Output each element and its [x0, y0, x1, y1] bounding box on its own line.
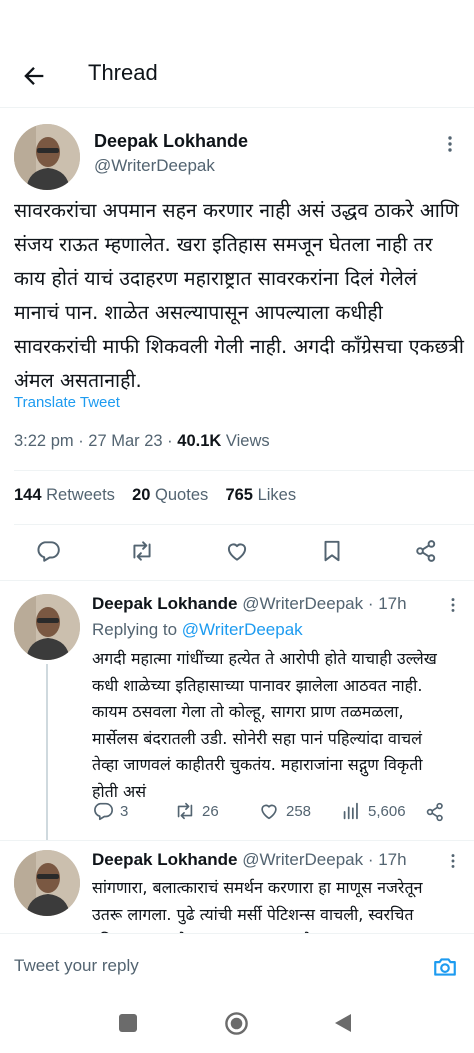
tweet-text: सावरकरांचा अपमान सहन करणार नाही असं उद्ध…: [14, 199, 464, 392]
replying-to: Replying to @WriterDeepak: [92, 620, 303, 639]
retweets-stat[interactable]: 144 Retweets: [14, 486, 115, 504]
tweet-date[interactable]: 27 Mar 23: [88, 432, 162, 450]
views-icon: [343, 802, 358, 820]
views-count: 40.1K: [177, 432, 222, 450]
avatar[interactable]: [14, 594, 80, 660]
more-options-icon[interactable]: [444, 852, 462, 870]
reply-header: Deepak Lokhande @WriterDeepak · 17h: [92, 594, 407, 613]
reply-count: 3: [120, 802, 129, 820]
reply-icon[interactable]: [35, 538, 61, 564]
like-action[interactable]: 258: [258, 800, 311, 822]
like-count: 258: [286, 802, 312, 820]
tweet-time[interactable]: 3:22 pm: [14, 432, 74, 450]
reply-age[interactable]: 17h: [378, 850, 406, 869]
reply-action[interactable]: 3: [92, 800, 128, 822]
share-icon[interactable]: [424, 801, 446, 823]
reply-age[interactable]: 17h: [378, 594, 406, 613]
quotes-stat[interactable]: 20 Quotes: [132, 486, 208, 504]
home-icon[interactable]: [224, 1011, 249, 1036]
retweet-icon[interactable]: [129, 538, 155, 564]
divider: [0, 840, 474, 841]
back-triangle-icon[interactable]: [333, 1012, 353, 1034]
camera-icon[interactable]: [432, 954, 458, 980]
reply-header: Deepak Lokhande @WriterDeepak · 17h: [92, 850, 407, 869]
tweet-meta: 3:22 pm · 27 Mar 23 · 40.1K Views: [14, 432, 270, 450]
views-action[interactable]: 5,606: [340, 800, 406, 822]
more-options-icon[interactable]: [440, 134, 460, 154]
avatar[interactable]: [14, 124, 80, 190]
divider: [14, 470, 474, 471]
reply-text: अगदी महात्मा गांधींच्या हत्येत ते आरोपी …: [92, 649, 437, 801]
likes-stat[interactable]: 765 Likes: [225, 486, 296, 504]
reply-input[interactable]: Tweet your reply: [14, 956, 139, 976]
reply-icon: [94, 802, 113, 821]
views-count: 5,606: [368, 802, 406, 820]
thread-line: [46, 664, 48, 840]
author-handle[interactable]: @WriterDeepak: [94, 156, 215, 176]
avatar[interactable]: [14, 850, 80, 916]
recent-apps-icon[interactable]: [119, 1014, 137, 1032]
reply-text: सांगणारा, बलात्काराचं समर्थन करणारा हा म…: [92, 878, 423, 933]
like-icon[interactable]: [224, 538, 250, 564]
retweet-icon: [177, 802, 193, 820]
divider: [0, 580, 474, 581]
reply-author-handle[interactable]: @WriterDeepak: [242, 594, 363, 613]
replying-to-handle[interactable]: @WriterDeepak: [182, 620, 303, 639]
translate-tweet-link[interactable]: Translate Tweet: [14, 394, 120, 411]
share-icon[interactable]: [413, 538, 439, 564]
tweet-stats: 144 Retweets 20 Quotes 765 Likes: [14, 486, 296, 505]
bookmark-icon[interactable]: [319, 538, 345, 564]
thread-header: [0, 0, 474, 108]
reply-author-handle[interactable]: @WriterDeepak: [242, 850, 363, 869]
page-title: Thread: [88, 60, 158, 85]
reply-author-name[interactable]: Deepak Lokhande: [92, 850, 238, 869]
more-options-icon[interactable]: [444, 596, 462, 614]
retweet-count: 26: [202, 802, 219, 820]
divider: [14, 524, 474, 525]
retweet-action[interactable]: 26: [174, 800, 219, 822]
author-name[interactable]: Deepak Lokhande: [94, 131, 248, 152]
arrow-left-icon[interactable]: [20, 62, 48, 90]
reply-author-name[interactable]: Deepak Lokhande: [92, 594, 238, 613]
like-icon: [261, 804, 277, 820]
views-label: Views: [225, 432, 270, 450]
